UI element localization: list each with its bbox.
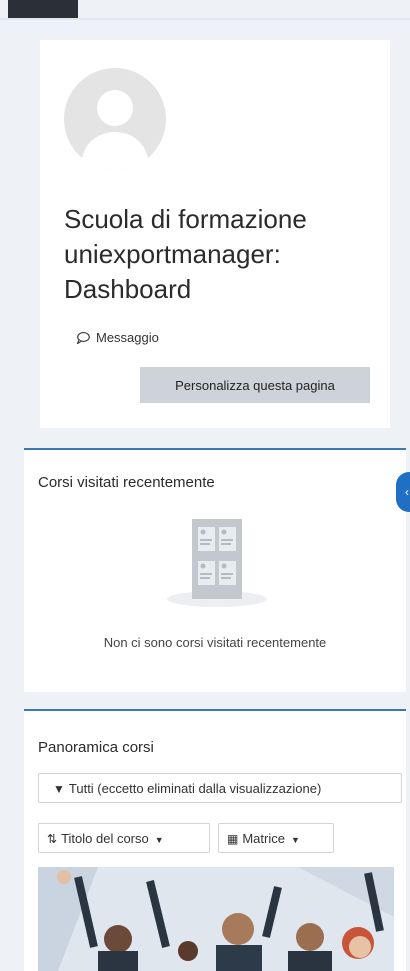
page-title: Scuola di formazione uniexportmanager: D…	[64, 204, 307, 304]
view-dropdown-button[interactable]: ▦ Matrice ▼	[218, 823, 334, 853]
drawer-toggle[interactable]: ‹	[396, 472, 410, 512]
top-divider	[0, 18, 410, 20]
customize-page-button[interactable]: Personalizza questa pagina	[140, 367, 370, 403]
profile-card: Scuola di formazione uniexportmanager: D…	[40, 40, 390, 428]
no-recent-courses-text: Non ci sono corsi visitati recentemente	[103, 635, 327, 650]
view-label: Matrice	[242, 830, 285, 846]
top-nav-tab[interactable]	[8, 0, 78, 18]
empty-courses-illustration	[162, 514, 272, 614]
message-link[interactable]: Messaggio	[76, 330, 159, 345]
course-overview-title: Panoramica corsi	[38, 739, 154, 756]
recent-courses-title: Corsi visitati recentemente	[38, 474, 215, 491]
caret-down-icon: ▼	[154, 834, 164, 845]
grid-icon: ▦	[227, 831, 239, 846]
sort-dropdown-button[interactable]: ⇅ Titolo del corso ▼	[38, 823, 210, 853]
filter-label: Tutti (eccetto eliminati dalla visualizz…	[68, 780, 322, 796]
avatar	[64, 68, 166, 170]
course-card-image[interactable]	[38, 867, 394, 971]
avatar-head	[97, 90, 133, 126]
course-overview-block: Panoramica corsi ▼ Tutti (eccetto elimina…	[24, 709, 406, 971]
sort-icon: ⇅	[47, 831, 58, 846]
sort-label: Titolo del corso	[61, 830, 149, 846]
avatar-body	[82, 132, 148, 170]
filter-icon: ▼	[53, 781, 65, 796]
message-label: Messaggio	[96, 330, 159, 345]
chevron-left-icon: ‹	[405, 485, 409, 499]
recent-courses-block: Corsi visitati recentemente Non ci sono …	[24, 448, 406, 692]
filter-dropdown-button[interactable]: ▼ Tutti (eccetto eliminati dalla visualiz…	[38, 773, 402, 803]
speech-bubble-icon	[76, 331, 90, 345]
caret-down-icon: ▼	[290, 834, 300, 845]
